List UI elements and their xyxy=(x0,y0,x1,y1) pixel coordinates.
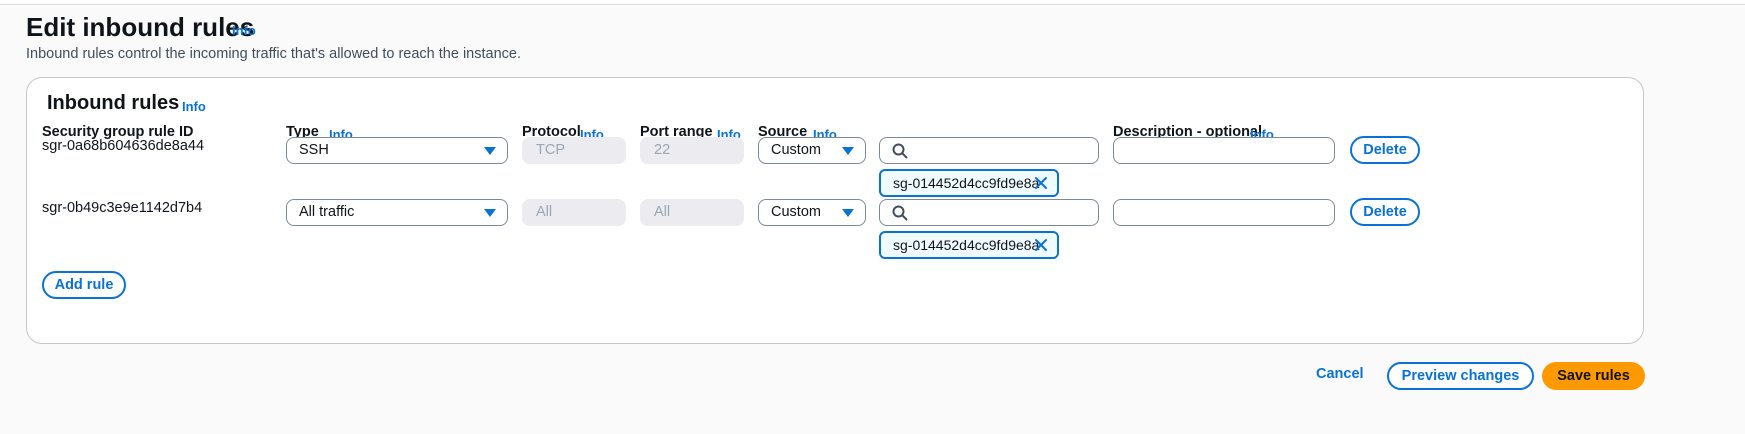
source-token: sg-014452d4cc9fd9e8a xyxy=(879,169,1059,197)
page-title: Edit inbound rules xyxy=(26,12,255,42)
remove-token-icon[interactable] xyxy=(1034,176,1048,190)
dropdown-caret-icon xyxy=(842,147,854,155)
cancel-button[interactable]: Cancel xyxy=(1316,366,1364,382)
source-token-label: sg-014452d4cc9fd9e8a xyxy=(893,237,1040,253)
description-input[interactable] xyxy=(1113,137,1335,164)
protocol-field: TCP xyxy=(522,137,626,164)
description-input[interactable] xyxy=(1113,199,1335,226)
dropdown-caret-icon xyxy=(484,147,496,155)
source-token: sg-014452d4cc9fd9e8a xyxy=(879,231,1059,259)
protocol-field: All xyxy=(522,199,626,226)
dropdown-caret-icon xyxy=(484,209,496,217)
rule-id: sgr-0b49c3e9e1142d7b4 xyxy=(42,200,203,216)
type-select-value: SSH xyxy=(299,142,329,158)
search-icon xyxy=(892,205,908,221)
page-title-info-link[interactable]: Info xyxy=(232,23,256,38)
delete-rule-button[interactable]: Delete xyxy=(1350,136,1420,164)
page-description: Inbound rules control the incoming traff… xyxy=(26,46,521,62)
port-range-field: All xyxy=(640,199,744,226)
source-token-label: sg-014452d4cc9fd9e8a xyxy=(893,175,1040,191)
port-range-field: 22 xyxy=(640,137,744,164)
type-select[interactable]: SSH xyxy=(286,137,508,164)
remove-token-icon[interactable] xyxy=(1034,238,1048,252)
inbound-rules-panel: Inbound rules Info Security group rule I… xyxy=(26,77,1644,344)
panel-title: Inbound rules xyxy=(47,92,180,114)
search-icon xyxy=(892,143,908,159)
source-select-value: Custom xyxy=(771,142,821,158)
type-select-value: All traffic xyxy=(299,204,355,220)
source-search-input[interactable] xyxy=(879,199,1099,226)
save-rules-button[interactable]: Save rules xyxy=(1542,362,1645,390)
source-select[interactable]: Custom xyxy=(758,137,866,164)
type-select[interactable]: All traffic xyxy=(286,199,508,226)
source-select-value: Custom xyxy=(771,204,821,220)
rule-id: sgr-0a68b604636de8a44 xyxy=(42,138,205,154)
dropdown-caret-icon xyxy=(842,209,854,217)
source-search-input[interactable] xyxy=(879,137,1099,164)
preview-changes-button[interactable]: Preview changes xyxy=(1387,362,1534,390)
add-rule-button[interactable]: Add rule xyxy=(42,271,126,299)
panel-title-info-link[interactable]: Info xyxy=(182,99,206,114)
top-divider xyxy=(0,4,1745,5)
delete-rule-button[interactable]: Delete xyxy=(1350,198,1420,226)
source-select[interactable]: Custom xyxy=(758,199,866,226)
